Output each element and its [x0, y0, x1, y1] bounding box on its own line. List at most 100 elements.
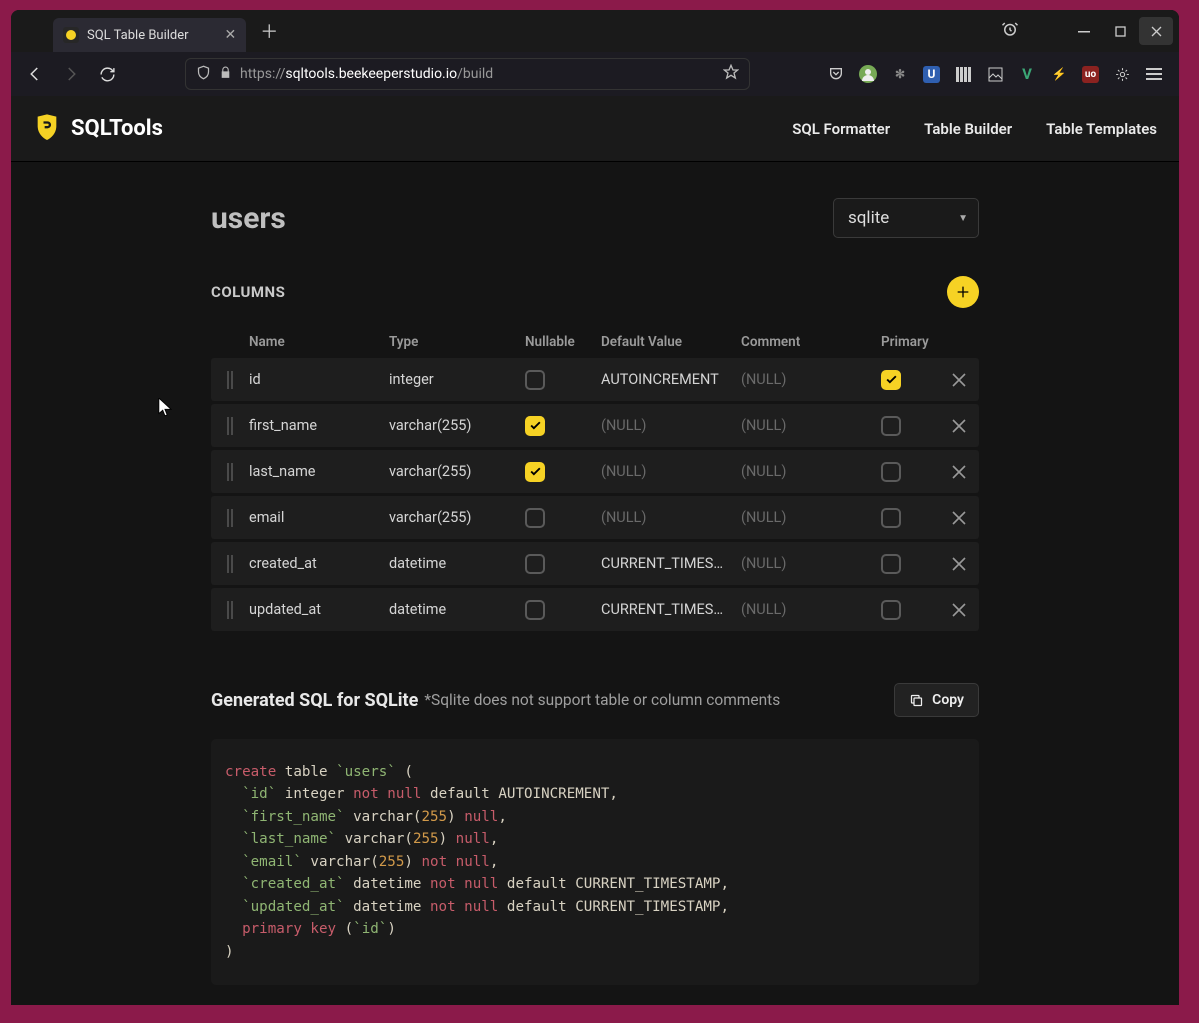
delete-row-icon[interactable]	[939, 511, 979, 525]
column-row: last_namevarchar(255) (NULL)(NULL)	[211, 450, 979, 493]
generated-sql-note: *Sqlite does not support table or column…	[424, 691, 780, 709]
bitwarden-icon[interactable]: U	[923, 66, 940, 83]
col-comment-input[interactable]: (NULL)	[741, 601, 881, 618]
nullable-checkbox[interactable]	[525, 508, 545, 528]
nullable-checkbox[interactable]	[525, 370, 545, 390]
table-name-input[interactable]: users	[211, 201, 286, 236]
col-type-input[interactable]: datetime	[389, 601, 525, 618]
vue-icon[interactable]: V	[1018, 65, 1036, 83]
bookmark-star-icon[interactable]	[723, 64, 739, 84]
nullable-checkbox[interactable]	[525, 416, 545, 436]
delete-row-icon[interactable]	[939, 373, 979, 387]
avatar-icon[interactable]	[859, 65, 877, 83]
column-row: updated_atdatetime CURRENT_TIMES…(NULL)	[211, 588, 979, 631]
columns-header-row: Name Type Nullable Default Value Comment…	[211, 326, 979, 358]
col-type-input[interactable]: integer	[389, 371, 525, 388]
col-default-input[interactable]: CURRENT_TIMES…	[601, 555, 741, 572]
address-bar[interactable]: https://sqltools.beekeeperstudio.io/buil…	[185, 58, 750, 90]
primary-checkbox[interactable]	[881, 370, 901, 390]
extension-icons: ✻ U V ⚡ uo	[827, 65, 1169, 83]
col-name-input[interactable]: id	[249, 371, 389, 388]
nullable-checkbox[interactable]	[525, 554, 545, 574]
add-column-button[interactable]	[947, 276, 979, 308]
column-row: created_atdatetime CURRENT_TIMES…(NULL)	[211, 542, 979, 585]
col-comment-input[interactable]: (NULL)	[741, 417, 881, 434]
app-navbar: SQLTools SQL Formatter Table Builder Tab…	[11, 96, 1179, 162]
copy-label: Copy	[932, 692, 964, 708]
dialect-select[interactable]: sqlite ▼	[833, 198, 979, 238]
col-type-input[interactable]: varchar(255)	[389, 417, 525, 434]
shield-icon	[196, 65, 211, 84]
ext-red-icon[interactable]: ⚡	[1050, 65, 1068, 83]
col-default-input[interactable]: (NULL)	[601, 463, 741, 480]
col-comment-input[interactable]: (NULL)	[741, 555, 881, 572]
nav-formatter[interactable]: SQL Formatter	[792, 120, 890, 138]
columns-section-label: COLUMNS	[211, 283, 285, 301]
forward-button[interactable]	[57, 60, 85, 88]
caret-down-icon: ▼	[958, 213, 968, 224]
col-comment-input[interactable]: (NULL)	[741, 463, 881, 480]
col-default-input[interactable]: CURRENT_TIMES…	[601, 601, 741, 618]
ext-grid-icon[interactable]	[954, 65, 972, 83]
nav-templates[interactable]: Table Templates	[1046, 120, 1157, 138]
nullable-checkbox[interactable]	[525, 462, 545, 482]
pocket-icon[interactable]	[827, 65, 845, 83]
brand-logo-icon	[33, 112, 61, 146]
window-close-button[interactable]	[1139, 17, 1173, 45]
drag-handle-icon[interactable]	[211, 371, 249, 389]
url-text: https://sqltools.beekeeperstudio.io/buil…	[240, 66, 493, 82]
delete-row-icon[interactable]	[939, 419, 979, 433]
drag-handle-icon[interactable]	[211, 509, 249, 527]
col-default-input[interactable]: (NULL)	[601, 417, 741, 434]
col-name-input[interactable]: last_name	[249, 463, 389, 480]
primary-checkbox[interactable]	[881, 416, 901, 436]
hamburger-menu-icon[interactable]	[1145, 65, 1163, 83]
browser-tab[interactable]: SQL Table Builder ✕	[53, 18, 246, 52]
drag-handle-icon[interactable]	[211, 601, 249, 619]
primary-checkbox[interactable]	[881, 462, 901, 482]
copy-button[interactable]: Copy	[894, 683, 979, 717]
col-name-input[interactable]: first_name	[249, 417, 389, 434]
delete-row-icon[interactable]	[939, 557, 979, 571]
gnome-icon[interactable]: ✻	[891, 65, 909, 83]
new-tab-button[interactable]: ＋	[260, 18, 278, 44]
col-type-input[interactable]: datetime	[389, 555, 525, 572]
ublock-icon[interactable]: uo	[1082, 66, 1099, 83]
brand[interactable]: SQLTools	[33, 112, 163, 146]
delete-row-icon[interactable]	[939, 465, 979, 479]
drag-handle-icon[interactable]	[211, 463, 249, 481]
ext-image-icon[interactable]	[986, 65, 1004, 83]
nullable-checkbox[interactable]	[525, 600, 545, 620]
primary-checkbox[interactable]	[881, 508, 901, 528]
drag-handle-icon[interactable]	[211, 417, 249, 435]
col-default-input[interactable]: (NULL)	[601, 509, 741, 526]
col-name-input[interactable]: created_at	[249, 555, 389, 572]
browser-toolbar: https://sqltools.beekeeperstudio.io/buil…	[11, 52, 1179, 96]
dialect-value: sqlite	[848, 208, 889, 228]
minimize-button[interactable]	[1067, 17, 1101, 45]
col-type-input[interactable]: varchar(255)	[389, 509, 525, 526]
reload-button[interactable]	[93, 60, 121, 88]
maximize-button[interactable]	[1103, 17, 1137, 45]
alarm-icon[interactable]	[1001, 20, 1019, 42]
tab-close-icon[interactable]: ✕	[225, 27, 237, 43]
col-comment-input[interactable]: (NULL)	[741, 371, 881, 388]
col-comment-input[interactable]: (NULL)	[741, 509, 881, 526]
tab-title: SQL Table Builder	[87, 28, 189, 43]
devtools-icon[interactable]	[1113, 65, 1131, 83]
nav-builder[interactable]: Table Builder	[924, 120, 1012, 138]
primary-checkbox[interactable]	[881, 600, 901, 620]
generated-sql-code[interactable]: create table `users` ( `id` integer not …	[211, 739, 979, 985]
col-default-input[interactable]: AUTOINCREMENT	[601, 371, 741, 388]
col-name-input[interactable]: updated_at	[249, 601, 389, 618]
column-row: idinteger AUTOINCREMENT(NULL)	[211, 358, 979, 401]
browser-titlebar: SQL Table Builder ✕ ＋	[11, 10, 1179, 52]
col-type-input[interactable]: varchar(255)	[389, 463, 525, 480]
lock-icon	[219, 66, 232, 83]
back-button[interactable]	[21, 60, 49, 88]
primary-checkbox[interactable]	[881, 554, 901, 574]
delete-row-icon[interactable]	[939, 603, 979, 617]
col-name-input[interactable]: email	[249, 509, 389, 526]
brand-text: SQLTools	[71, 116, 163, 141]
drag-handle-icon[interactable]	[211, 555, 249, 573]
